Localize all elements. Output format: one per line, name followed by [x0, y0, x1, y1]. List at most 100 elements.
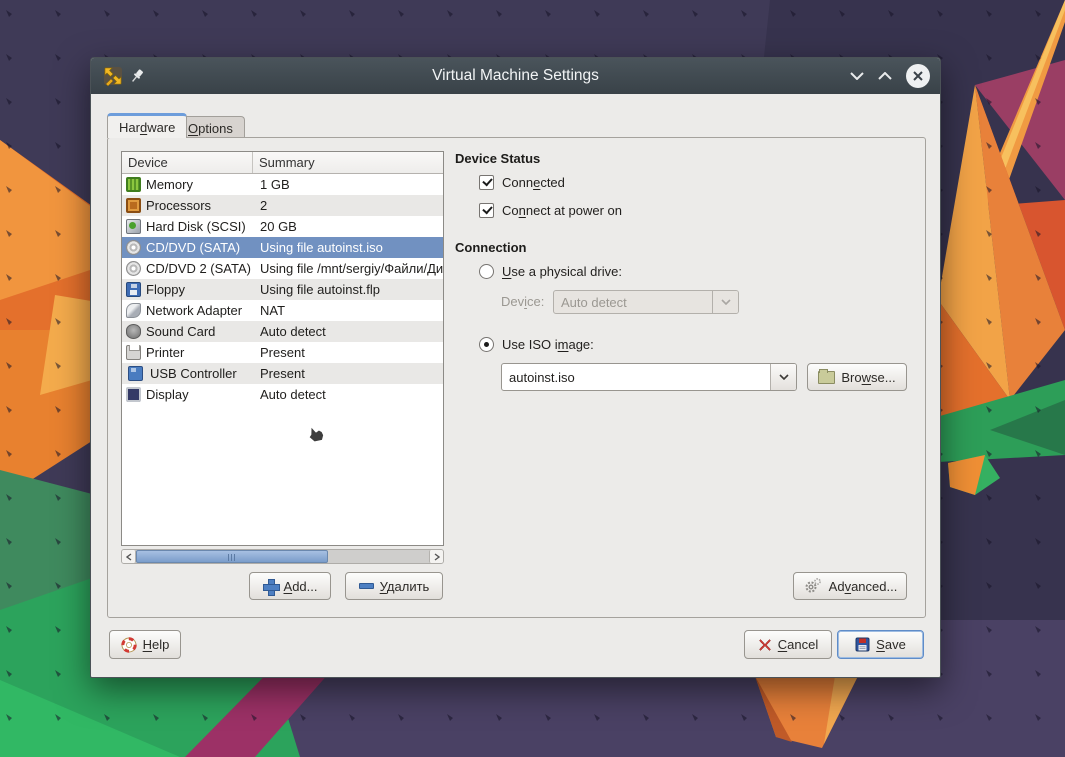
chevron-up-icon[interactable] — [878, 67, 892, 85]
device-summary: Using file autoinst.flp — [253, 282, 443, 297]
device-table-header: Device Summary — [122, 152, 443, 174]
gears-icon — [803, 578, 823, 594]
device-summary: Auto detect — [253, 387, 443, 402]
scroll-right-button[interactable] — [429, 550, 443, 563]
device-cell: CD/DVD (SATA) — [122, 240, 253, 255]
horizontal-scrollbar[interactable] — [121, 549, 444, 564]
device-cell: Printer — [122, 345, 253, 360]
table-row[interactable]: Printer Present — [122, 342, 443, 363]
network-icon — [126, 303, 141, 318]
device-name: Sound Card — [146, 324, 215, 339]
table-row[interactable]: USB Controller Present — [122, 363, 443, 384]
folder-icon — [818, 371, 835, 384]
connect-at-power-on-checkbox[interactable] — [479, 203, 494, 218]
chevron-down-icon — [779, 374, 789, 380]
minus-icon — [359, 583, 374, 589]
scroll-right-icon — [434, 553, 440, 561]
connected-checkbox[interactable] — [479, 175, 494, 190]
hand-cursor — [303, 424, 327, 448]
device-summary: Using file /mnt/sergiy/Файли/Ди — [253, 261, 443, 276]
table-row[interactable]: Network AdapterNAT — [122, 300, 443, 321]
device-summary: 2 — [253, 198, 443, 213]
save-button[interactable]: Save — [837, 630, 924, 659]
device-label: Device: — [501, 294, 544, 309]
device-cell: USB Controller — [122, 366, 253, 381]
device-cell: Memory — [122, 177, 253, 192]
device-cell: Display — [122, 387, 253, 402]
device-summary: Present — [253, 366, 443, 381]
floppy-save-icon — [855, 637, 870, 652]
scrollbar-grip — [228, 554, 236, 561]
floppy-icon — [126, 282, 141, 297]
device-name: Hard Disk (SCSI) — [146, 219, 246, 234]
device-summary: 1 GB — [253, 177, 443, 192]
titlebar[interactable]: Virtual Machine Settings — [91, 58, 940, 94]
chevron-down-icon — [712, 291, 738, 313]
device-table: Device Summary Memory 1 GB Processors 2 Hard… — [121, 151, 444, 546]
scroll-left-button[interactable] — [122, 550, 136, 563]
cancel-button[interactable]: Cancel — [744, 630, 832, 659]
column-header-summary[interactable]: Summary — [253, 152, 443, 173]
cd-icon — [126, 261, 141, 276]
physical-device-dropdown: Auto detect — [553, 290, 739, 314]
memory-icon — [126, 177, 141, 192]
printer-icon — [126, 345, 141, 360]
device-name: Memory — [146, 177, 193, 192]
browse-button[interactable]: Browse... — [807, 363, 907, 391]
close-button[interactable] — [906, 64, 930, 88]
iso-image-combobox[interactable]: autoinst.iso — [501, 363, 797, 391]
connect-at-power-on-row[interactable]: Connect at power on — [479, 203, 622, 218]
column-header-device[interactable]: Device — [122, 152, 253, 173]
scrollbar-thumb[interactable] — [136, 550, 328, 563]
physical-device-value: Auto detect — [554, 291, 712, 313]
table-row[interactable]: Sound Card Auto detect — [122, 321, 443, 342]
device-name: Floppy — [146, 282, 185, 297]
iso-image-radio[interactable] — [479, 337, 494, 352]
device-cell: Floppy — [122, 282, 253, 297]
close-icon — [912, 70, 924, 82]
table-row[interactable]: Floppy Using file autoinst.flp — [122, 279, 443, 300]
iso-image-row[interactable]: Use ISO image: — [479, 337, 594, 352]
device-cell: Network Adapter — [122, 303, 253, 318]
window-title: Virtual Machine Settings — [91, 67, 940, 85]
device-cell: Sound Card — [122, 324, 253, 339]
device-summary: 20 GB — [253, 219, 443, 234]
table-row[interactable]: Memory 1 GB — [122, 174, 443, 195]
red-x-icon — [758, 638, 772, 652]
connected-row[interactable]: Connected — [479, 175, 565, 190]
device-name: USB Controller — [150, 366, 237, 381]
device-summary: Using file autoinst.iso — [253, 240, 443, 255]
device-name: CD/DVD 2 (SATA) — [146, 261, 251, 276]
sound-icon — [126, 324, 141, 339]
iso-image-value[interactable]: autoinst.iso — [502, 364, 770, 390]
device-name: Printer — [146, 345, 184, 360]
display-icon — [126, 387, 141, 402]
plus-icon — [263, 579, 278, 594]
device-name: Processors — [146, 198, 211, 213]
physical-drive-radio[interactable] — [479, 264, 494, 279]
scroll-left-icon — [126, 553, 132, 561]
advanced-button[interactable]: Advanced... — [793, 572, 907, 600]
physical-drive-row[interactable]: Use a physical drive: — [479, 264, 622, 279]
lifebuoy-icon — [121, 637, 137, 653]
hard-disk-icon — [126, 219, 141, 234]
table-row[interactable]: Processors 2 — [122, 195, 443, 216]
table-row[interactable]: DisplayAuto detect — [122, 384, 443, 405]
iso-dropdown-button[interactable] — [770, 364, 796, 390]
device-summary: Present — [253, 345, 443, 360]
add-device-button[interactable]: Add... — [249, 572, 331, 600]
help-button[interactable]: Help — [109, 630, 181, 659]
table-row[interactable]: CD/DVD (SATA) Using file autoinst.iso — [122, 237, 443, 258]
connection-heading: Connection — [455, 240, 527, 255]
device-cell: CD/DVD 2 (SATA) — [122, 261, 253, 276]
tab-hardware[interactable]: Hardware — [107, 113, 187, 138]
pin-icon[interactable] — [125, 64, 149, 88]
device-summary: Auto detect — [253, 324, 443, 339]
device-name: CD/DVD (SATA) — [146, 240, 240, 255]
chevron-down-icon[interactable] — [850, 67, 864, 85]
remove-device-button[interactable]: Удалить — [345, 572, 443, 600]
device-status-heading: Device Status — [455, 151, 540, 166]
table-row[interactable]: CD/DVD 2 (SATA)Using file /mnt/sergiy/Фа… — [122, 258, 443, 279]
vm-settings-dialog: Virtual Machine Settings Hardware Option… — [90, 57, 941, 678]
table-row[interactable]: Hard Disk (SCSI) 20 GB — [122, 216, 443, 237]
